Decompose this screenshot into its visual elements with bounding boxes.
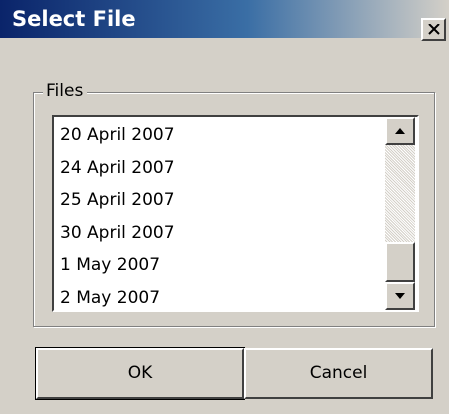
file-listbox[interactable]: 20 April 2007 24 April 2007 25 April 200… [52,115,419,312]
list-item[interactable]: 1 May 2007 [60,249,175,282]
scroll-down-button[interactable] [385,282,415,310]
vertical-scrollbar[interactable] [385,117,415,310]
close-button[interactable] [421,18,446,41]
close-icon [428,24,440,35]
list-item[interactable]: 2 May 2007 [60,282,175,311]
arrow-down-icon [395,293,405,299]
cancel-button[interactable]: Cancel [244,348,433,399]
scroll-up-button[interactable] [385,117,415,145]
title-bar: Select File [0,0,449,38]
ok-button[interactable]: OK [35,347,245,400]
list-item[interactable]: 24 April 2007 [60,152,175,185]
list-item[interactable]: 30 April 2007 [60,217,175,250]
scroll-thumb[interactable] [385,242,415,282]
list-item[interactable]: 20 April 2007 [60,119,175,152]
window-title: Select File [12,7,136,31]
list-item[interactable]: 25 April 2007 [60,184,175,217]
file-list: 20 April 2007 24 April 2007 25 April 200… [60,119,175,311]
arrow-up-icon [395,128,405,134]
files-group-label: Files [43,80,88,102]
